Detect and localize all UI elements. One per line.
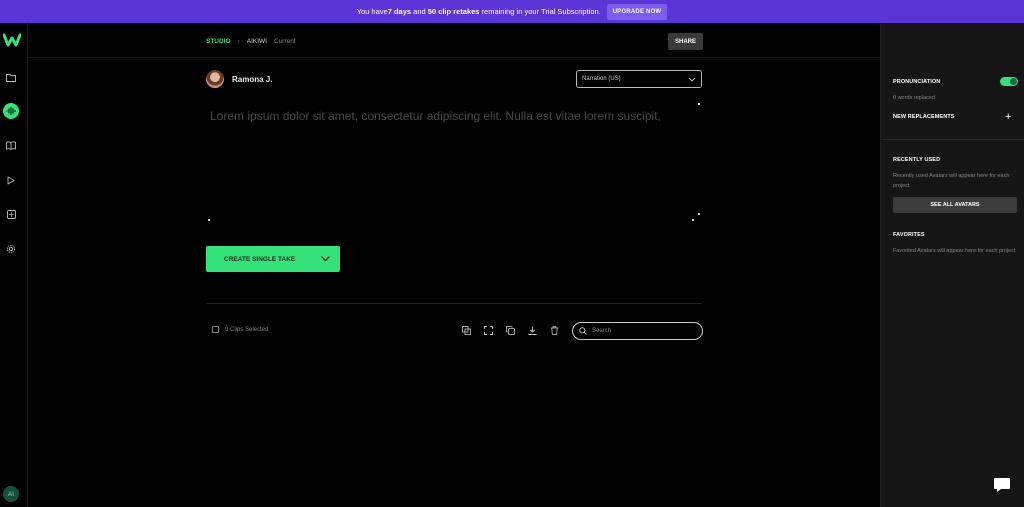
speaker-name: Ramona J. [232, 74, 273, 84]
clips-selection: 0 Clips Selected [212, 326, 268, 333]
select-all-checkbox[interactable] [212, 326, 219, 333]
chevron-down-icon[interactable] [321, 256, 330, 262]
share-button[interactable]: SHARE [668, 33, 703, 50]
speaker-avatar[interactable] [206, 70, 224, 88]
resize-handle-corner[interactable] [698, 213, 700, 215]
download-icon[interactable] [527, 325, 538, 336]
gear-icon[interactable] [4, 242, 18, 256]
resize-handle-bottom-left [208, 219, 210, 221]
banner-days: 7 days [387, 7, 412, 16]
chevron-down-icon [688, 77, 696, 82]
header-divider [28, 57, 880, 58]
voice-style-value: Narration (US) [582, 76, 621, 82]
folder-icon[interactable] [4, 70, 18, 84]
trial-banner: You have 7 days and 50 clip retakes rema… [0, 0, 1024, 23]
user-avatar[interactable]: AI [3, 486, 19, 502]
recently-used-text: Recently used Avatars will appear here f… [893, 173, 1010, 189]
banner-retakes: 50 clip retakes [427, 7, 480, 16]
upgrade-now-button[interactable]: UPGRADE NOW [606, 3, 668, 20]
breadcrumb-current: Current [273, 38, 296, 45]
main-content: STUDIO › AIKIWI Current SHARE Ramona J. … [28, 23, 880, 507]
resize-handle-bottom-right [692, 219, 694, 221]
left-rail: AI [0, 23, 28, 507]
breadcrumb-separator: › [237, 38, 240, 45]
banner-text-mid: and [411, 7, 428, 16]
sidebar-divider [881, 139, 1024, 140]
script-editor[interactable]: Lorem ipsum dolor sit amet, consectetur … [206, 103, 701, 226]
recently-used-title: RECENTLY USED [893, 157, 941, 163]
waveform-icon[interactable] [3, 103, 19, 119]
voice-style-select[interactable]: Narration (US) [576, 70, 702, 88]
favorites-text: Favorited Avatars will appear here for e… [893, 248, 1016, 254]
book-icon[interactable] [4, 138, 18, 152]
search-placeholder: Search [592, 328, 612, 334]
add-replacement-icon[interactable]: + [1005, 112, 1011, 123]
see-all-avatars-button[interactable]: SEE ALL AVATARS [893, 197, 1017, 213]
trash-icon[interactable] [549, 325, 560, 336]
create-single-take-button[interactable]: CREATE SINGLE TAKE [206, 246, 340, 272]
words-replaced-text: 0 words replaced [893, 95, 935, 101]
script-placeholder: Lorem ipsum dolor sit amet, consectetur … [210, 109, 661, 123]
clip-search-input[interactable]: Search [572, 322, 703, 340]
chat-bubble-icon[interactable] [993, 477, 1011, 493]
resize-handle-top-right [698, 103, 700, 105]
clips-selected-label: 0 Clips Selected [225, 326, 269, 333]
duplicate-icon[interactable] [505, 325, 516, 336]
breadcrumb-studio[interactable]: STUDIO [206, 38, 231, 45]
breadcrumb: STUDIO › AIKIWI Current [206, 38, 296, 45]
new-replacements-title[interactable]: NEW REPLACEMENTS [893, 114, 955, 120]
right-sidebar: PRONUNCIATION 0 words replaced NEW REPLA… [880, 23, 1024, 507]
clip-toolbar [461, 325, 560, 336]
search-icon [579, 327, 587, 335]
app-logo-icon[interactable] [3, 33, 21, 47]
media-icon[interactable] [4, 207, 18, 221]
pronunciation-toggle[interactable] [1000, 77, 1018, 86]
favorites-title: FAVORITES [893, 232, 925, 238]
create-button-label: CREATE SINGLE TAKE [224, 255, 296, 263]
merge-icon[interactable] [461, 325, 472, 336]
banner-text-post: remaining in your Trial Subscription. [479, 7, 601, 16]
speaker-header[interactable]: Ramona J. [206, 70, 272, 88]
pronunciation-title: PRONUNCIATION [893, 79, 941, 85]
banner-text-pre: You have [356, 7, 388, 16]
play-icon[interactable] [4, 173, 18, 187]
breadcrumb-project[interactable]: AIKIWI [247, 38, 267, 45]
expand-icon[interactable] [483, 325, 494, 336]
section-divider [206, 303, 702, 304]
